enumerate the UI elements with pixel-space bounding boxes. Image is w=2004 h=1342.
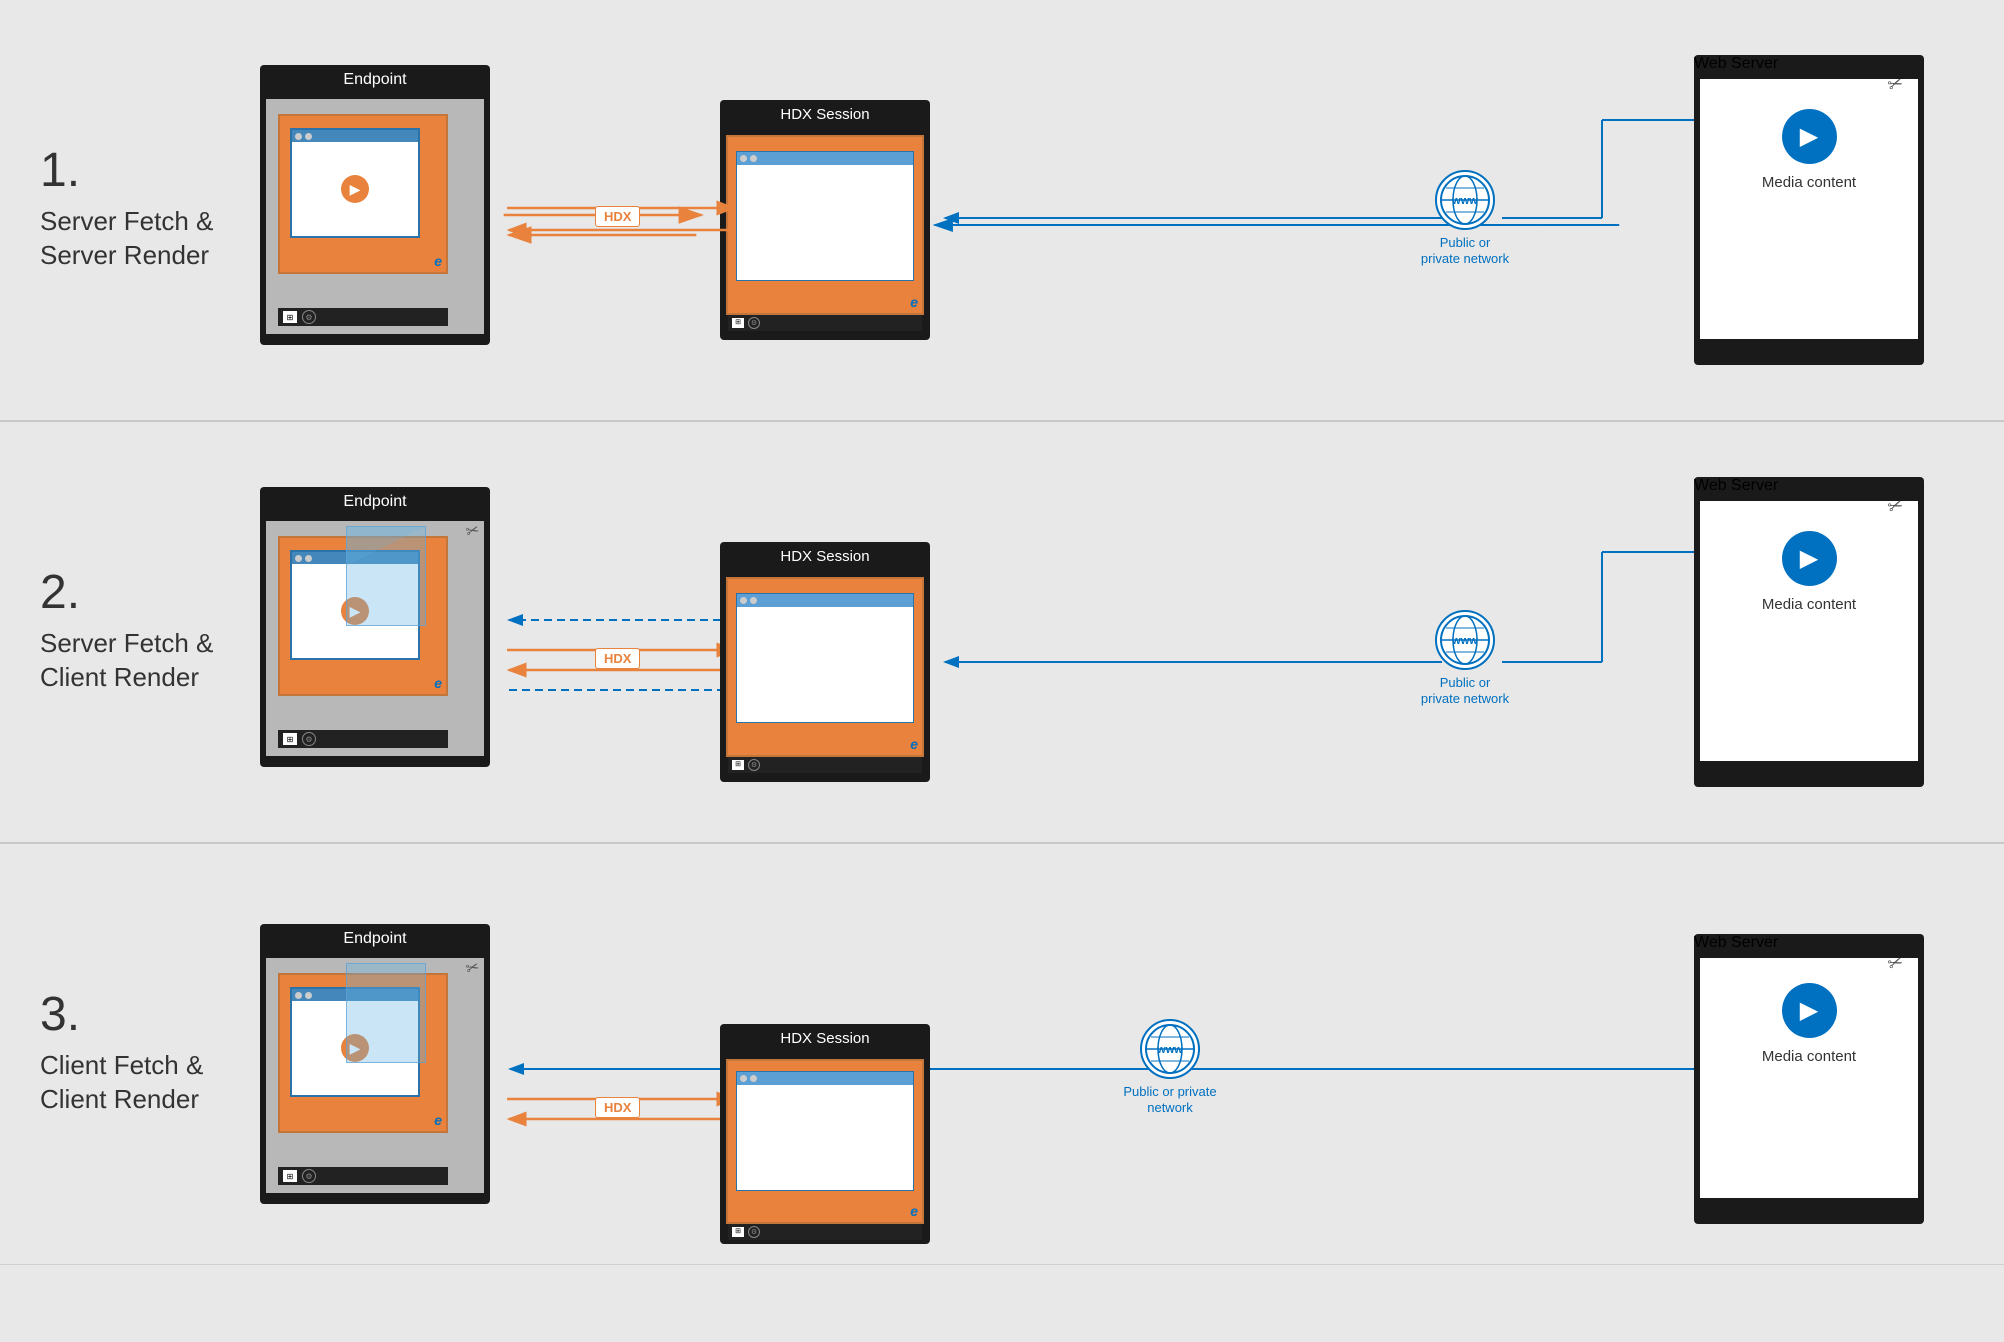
hdx-session-title-2: HDX Session xyxy=(720,542,930,571)
section-1-number: 1. xyxy=(40,147,240,195)
globe-circle-2: www xyxy=(1435,610,1495,670)
endpoint-box-2: Endpoint ✂ xyxy=(260,487,490,767)
section-3-title: Client Fetch &Client Render xyxy=(40,1049,240,1117)
section-1: 1. Server Fetch &Server Render xyxy=(0,0,2004,422)
section-3-label: 3. Client Fetch &Client Render xyxy=(40,991,240,1117)
hdx-badge-3: HDX xyxy=(595,1097,640,1118)
webserver-title-1: Web Server xyxy=(1694,55,1924,73)
section-3-diagram: Endpoint ✂ ▶ xyxy=(240,874,1964,1234)
webserver-title-2: Web Server xyxy=(1694,477,1924,495)
endpoint-title-1: Endpoint xyxy=(260,65,490,95)
webserver-box-1: Web Server ✂ ▶ Media content xyxy=(1694,55,1924,365)
webserver-box-3: Web Server ✂ ▶ Media content xyxy=(1694,934,1924,1224)
section-1-diagram: Endpoint ▶ xyxy=(240,30,1964,390)
hdx-badge-2: HDX xyxy=(595,648,640,669)
section-3: 3. Client Fetch &Client Render xyxy=(0,844,2004,1265)
svg-text:www: www xyxy=(1156,1044,1183,1056)
section-2: 2. Server Fetch &Client Render xyxy=(0,422,2004,844)
section-1-title: Server Fetch &Server Render xyxy=(40,205,240,273)
hdx-session-box-3: HDX Session e ⊞ ⚙ xyxy=(720,1024,930,1244)
endpoint-title-2: Endpoint xyxy=(260,487,490,517)
endpoint-box-1: Endpoint ▶ xyxy=(260,65,490,345)
endpoint-box-3: Endpoint ✂ ▶ xyxy=(260,924,490,1204)
svg-text:www: www xyxy=(1451,195,1478,207)
hdx-session-title-1: HDX Session xyxy=(720,100,930,129)
network-label-2: Public or private network xyxy=(1420,675,1510,706)
globe-circle-3: www xyxy=(1140,1019,1200,1079)
webserver-title-3: Web Server xyxy=(1694,934,1924,952)
section-3-number: 3. xyxy=(40,991,240,1039)
section-2-label: 2. Server Fetch &Client Render xyxy=(40,569,240,695)
section-2-diagram: Endpoint ✂ xyxy=(240,452,1964,812)
hdx-session-title-3: HDX Session xyxy=(720,1024,930,1053)
globe-circle-1: www xyxy=(1435,170,1495,230)
network-label-3: Public or private network xyxy=(1120,1084,1220,1115)
svg-text:www: www xyxy=(1451,635,1478,647)
section-1-label: 1. Server Fetch &Server Render xyxy=(40,147,240,273)
media-content-label-2: Media content xyxy=(1762,596,1856,613)
endpoint-title-3: Endpoint xyxy=(260,924,490,954)
section-2-title: Server Fetch &Client Render xyxy=(40,627,240,695)
hdx-badge-1: HDX xyxy=(595,206,640,227)
webserver-box-2: Web Server ✂ ▶ Media content xyxy=(1694,477,1924,787)
media-content-label-3: Media content xyxy=(1762,1048,1856,1065)
globe-3: www Public or private network xyxy=(1120,1019,1220,1115)
section-2-number: 2. xyxy=(40,569,240,617)
network-label-1: Public or private network xyxy=(1420,235,1510,266)
hdx-session-box-2: HDX Session e ⊞ ⚙ xyxy=(720,542,930,782)
hdx-session-box-1: HDX Session e ⊞ ⚙ xyxy=(720,100,930,340)
globe-2: www Public or private network xyxy=(1420,610,1510,706)
globe-1: www Public or private network xyxy=(1420,170,1510,266)
media-content-label-1: Media content xyxy=(1762,174,1856,191)
